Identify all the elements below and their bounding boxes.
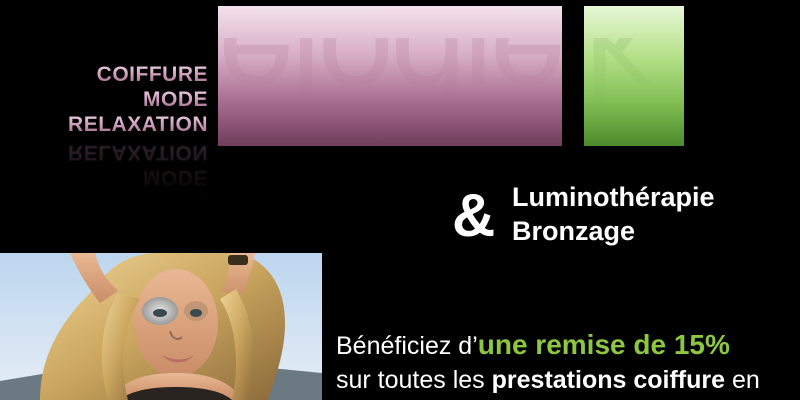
- logo-reflection: élodie k.: [218, 38, 684, 128]
- offer-text: Bénéficiez d’une remise de 15% sur toute…: [336, 328, 796, 397]
- discount-highlight: une remise de 15%: [477, 329, 730, 360]
- service-bronzage: Bronzage: [512, 216, 636, 246]
- tagline-relaxation: RELAXATION: [68, 113, 208, 136]
- services-list: Luminothérapie Bronzage: [512, 180, 715, 248]
- tagline: COIFFURE MODE RELAXATION: [68, 62, 208, 137]
- ampersand: &: [452, 182, 496, 249]
- tagline-mode: MODE: [68, 87, 208, 112]
- service-luminotherapie: Luminothérapie: [512, 182, 715, 212]
- promo-banner: COIFFURE MODE RELAXATION COIFFURE MODE R…: [0, 0, 800, 400]
- tagline-reflection: COIFFURE MODE RELAXATION: [68, 141, 208, 214]
- tagline-coiffure: COIFFURE: [68, 62, 208, 87]
- woman-portrait-photo: [0, 253, 322, 400]
- offer-bold-services: prestations coiffure: [491, 366, 726, 394]
- offer-line-2: sur toutes les prestations coiffure en: [336, 366, 760, 394]
- offer-line-1: Bénéficiez d’une remise de 15%: [336, 329, 730, 360]
